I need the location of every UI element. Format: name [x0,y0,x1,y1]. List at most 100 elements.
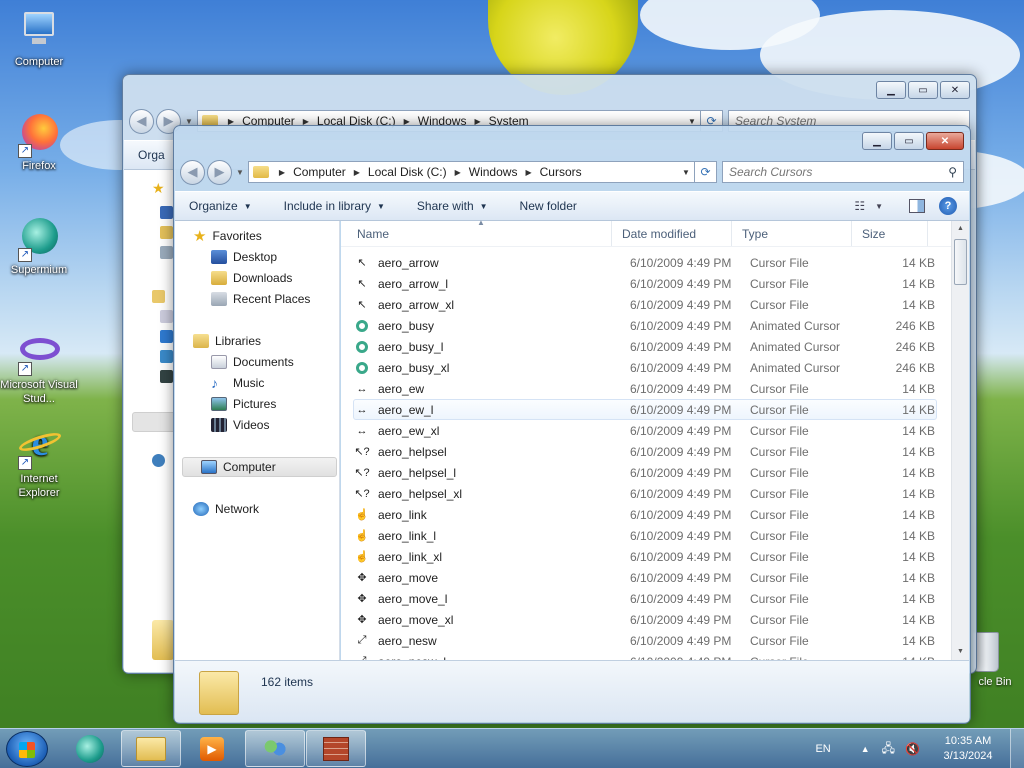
file-size: 246 KB [895,318,935,333]
file-type: Cursor File [750,591,809,606]
file-row[interactable]: ↖? aero_helpsel_l 6/10/2009 4:49 PM Cursor … [353,462,937,483]
file-row[interactable]: aero_busy_l 6/10/2009 4:49 PM Animated Cur… [353,336,937,357]
close-button[interactable]: ✕ [940,81,970,99]
notifications-chevron-icon[interactable]: ▲ [861,744,870,754]
breadcrumb-item[interactable]: Cursors [540,165,582,179]
file-row[interactable]: ↖ aero_arrow_xl 6/10/2009 4:49 PM Cursor Fi… [353,294,937,315]
file-row[interactable]: ✥ aero_move_xl 6/10/2009 4:49 PM Cursor Fil… [353,609,937,630]
file-row[interactable]: aero_busy 6/10/2009 4:49 PM Animated Curso… [353,315,937,336]
file-row[interactable]: ↖? aero_helpsel_xl 6/10/2009 4:49 PM Cursor… [353,483,937,504]
nav-desktop[interactable]: Desktop [211,247,339,267]
nav-pictures[interactable]: Pictures [211,394,339,414]
scrollbar-thumb[interactable] [954,239,967,285]
details-pane: 162 items [175,660,969,722]
nav-recent-places[interactable]: Recent Places [211,289,339,309]
file-row[interactable]: ↖? aero_helpsel 6/10/2009 4:49 PM Cursor Fi… [353,441,937,462]
file-row[interactable]: ✥ aero_move_l 6/10/2009 4:49 PM Cursor File… [353,588,937,609]
file-row[interactable]: ✥ aero_move 6/10/2009 4:49 PM Cursor File 14… [353,567,937,588]
file-type: Cursor File [750,297,809,312]
nav-libraries[interactable]: Libraries [193,331,339,351]
desktop-icon-visual-studio[interactable]: ↗ Microsoft Visual Stud... [0,330,78,406]
minimize-button[interactable]: ▁ [876,81,906,99]
desktop-icon-firefox[interactable]: ↗ Firefox [0,112,78,172]
file-row[interactable]: ↖ aero_arrow 6/10/2009 4:49 PM Cursor File 1… [353,252,937,273]
nav-documents[interactable]: Documents [211,352,339,372]
file-row[interactable]: ↔ aero_ew 6/10/2009 4:49 PM Cursor File 14 K… [353,378,937,399]
visual-studio-icon: ↗ [16,330,62,376]
nav-music[interactable]: ♪ Music [211,373,339,393]
file-row[interactable]: ↔ aero_ew_l 6/10/2009 4:49 PM Cursor File 14… [353,399,937,420]
file-row[interactable]: ☝ aero_link 6/10/2009 4:49 PM Cursor File 14… [353,504,937,525]
taskbar-supermium[interactable] [60,730,120,767]
language-indicator[interactable]: EN [815,743,830,755]
taskbar-explorer[interactable] [121,730,181,767]
preview-pane-icon[interactable] [909,199,925,213]
breadcrumb-item[interactable]: Local Disk (C:) [368,165,447,179]
scroll-down-arrow[interactable]: ▼ [952,644,969,660]
maximize-button[interactable]: ▭ [894,132,924,150]
back-button[interactable]: ◀ [180,159,205,185]
change-view-button[interactable]: ☷ ▼ [854,199,883,213]
minimize-button[interactable]: ▁ [862,132,892,150]
nav-videos[interactable]: Videos [211,415,339,435]
new-folder-button[interactable]: New folder [520,199,577,213]
scroll-up-arrow[interactable]: ▲ [952,221,969,237]
nav-favorites[interactable]: ★ Favorites [193,226,339,246]
file-size: 14 KB [902,255,935,270]
move-cursor-icon: ✥ [357,614,367,626]
computer-nav-item[interactable] [132,412,176,432]
include-in-library-label: Include in library [283,199,371,213]
file-type: Cursor File [750,444,809,459]
address-bar[interactable]: ▶ Computer ▶ Local Disk (C:) ▶ Windows ▶ Cur… [247,161,695,183]
search-box[interactable]: ⚲ [722,161,964,183]
file-row[interactable]: ☝ aero_link_xl 6/10/2009 4:49 PM Cursor Fil… [353,546,937,567]
link-cursor-icon: ☝ [355,551,369,563]
recent-pages-dropdown[interactable]: ▼ [236,168,244,177]
nav-downloads[interactable]: Downloads [211,268,339,288]
search-icon[interactable]: ⚲ [948,165,957,179]
navigation-pane: ★ Favorites Desktop Downloads Recent Pla… [175,221,340,660]
forward-button[interactable]: ▶ [207,159,232,185]
clock[interactable]: 10:35 AM 3/13/2024 [932,734,1004,764]
column-date-modified[interactable]: Date modified [612,221,732,246]
file-name: aero_move_l [378,591,448,606]
file-date-modified: 6/10/2009 4:49 PM [630,444,732,459]
refresh-button[interactable]: ⟳ [695,161,717,183]
volume-muted-icon[interactable]: 🔇 [905,742,920,756]
taskbar-firewall[interactable] [306,730,366,767]
column-size[interactable]: Size [852,221,928,246]
nav-computer[interactable]: Computer [182,457,337,477]
organize-menu[interactable]: Organize ▼ [189,199,252,213]
organize-menu[interactable]: Orga [138,148,165,162]
internet-explorer-icon: e ↗ [16,424,63,470]
desktop-icon-supermium[interactable]: ↗ Supermium [0,216,78,276]
column-type[interactable]: Type [732,221,852,246]
file-name: aero_ew_xl [378,423,440,438]
close-button[interactable]: ✕ [926,132,964,150]
network-status-icon[interactable]: 🖧 [882,739,895,760]
explorer-window-cursors[interactable]: ▁ ▭ ✕ ◀ ▶ ▼ ▶ Computer ▶ Local Disk (C:) ▶… [173,125,971,724]
share-with-menu[interactable]: Share with ▼ [417,199,488,213]
breadcrumb-item[interactable]: Windows [469,165,518,179]
vertical-scrollbar[interactable]: ▲ ▼ [951,221,969,660]
start-button[interactable] [6,731,48,767]
desktop-icon-internet-explorer[interactable]: e ↗ Internet Explorer [0,424,78,500]
desktop-icon-computer[interactable]: Computer [0,8,78,68]
maximize-button[interactable]: ▭ [908,81,938,99]
file-row[interactable]: ⤢ aero_nesw 6/10/2009 4:49 PM Cursor File 14… [353,630,937,651]
include-in-library-menu[interactable]: Include in library ▼ [284,199,385,213]
show-desktop-button[interactable] [1010,729,1024,768]
file-row[interactable]: ☝ aero_link_l 6/10/2009 4:49 PM Cursor File… [353,525,937,546]
file-row[interactable]: aero_busy_xl 6/10/2009 4:49 PM Animated Cu… [353,357,937,378]
back-button[interactable]: ◀ [129,108,154,134]
file-row[interactable]: ↖ aero_arrow_l 6/10/2009 4:49 PM Cursor Fil… [353,273,937,294]
nav-network[interactable]: Network [193,499,339,519]
address-dropdown[interactable]: ▼ [678,168,694,177]
breadcrumb-item[interactable]: Computer [293,165,346,179]
file-row[interactable]: ↔ aero_ew_xl 6/10/2009 4:49 PM Cursor File 1… [353,420,937,441]
taskbar-app[interactable] [245,730,305,767]
taskbar-media-player[interactable]: ▶ [182,730,242,767]
help-icon[interactable]: ? [939,197,957,215]
file-date-modified: 6/10/2009 4:49 PM [630,465,732,480]
search-input[interactable] [729,165,949,179]
